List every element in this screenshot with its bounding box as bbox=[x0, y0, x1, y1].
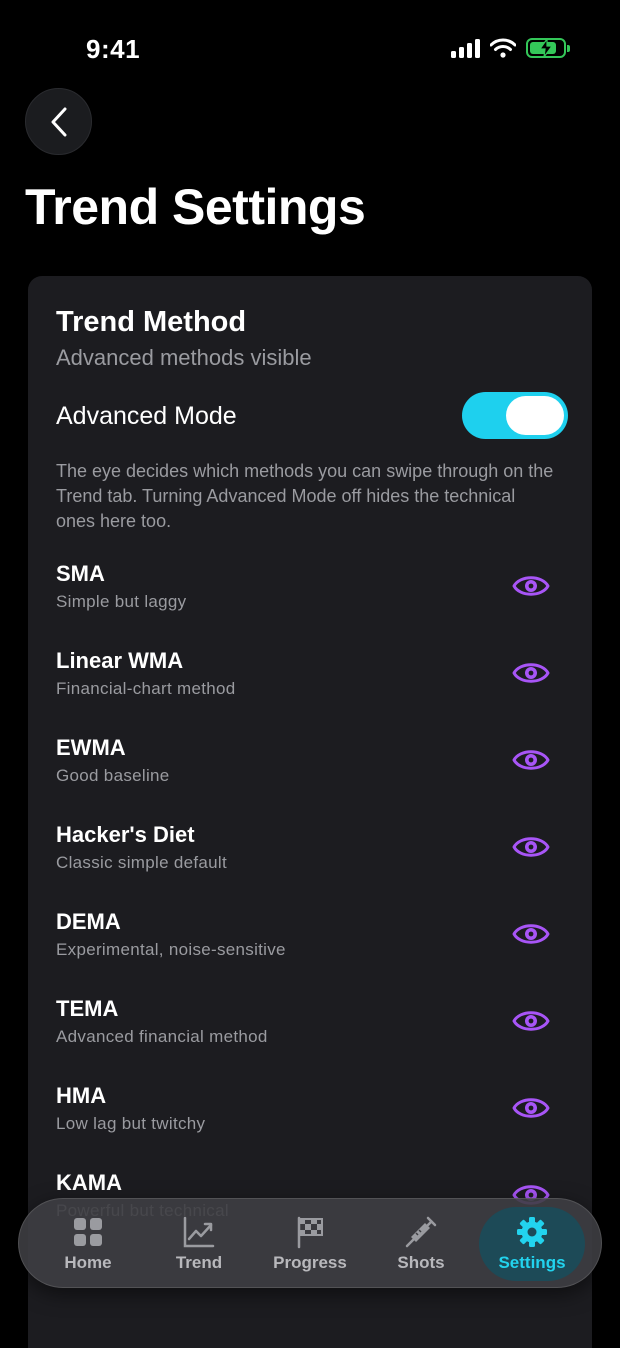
status-bar: 9:41 bbox=[0, 0, 620, 100]
trend-method-card: Trend Method Advanced methods visible Ad… bbox=[28, 276, 592, 1348]
tab-bar: Home Trend Progress Shots Settings bbox=[18, 1198, 602, 1288]
card-title: Trend Method bbox=[56, 306, 247, 338]
method-row[interactable]: Hacker's Diet Classic simple default bbox=[28, 819, 592, 906]
status-icons bbox=[451, 38, 570, 58]
method-name: SMA bbox=[56, 561, 105, 586]
tab-shots[interactable]: Shots bbox=[368, 1207, 474, 1281]
advanced-mode-toggle[interactable] bbox=[462, 392, 568, 439]
advanced-mode-label: Advanced Mode bbox=[56, 402, 237, 430]
tab-progress[interactable]: Progress bbox=[257, 1207, 363, 1281]
method-name: TEMA bbox=[56, 996, 119, 1021]
trend-chart-icon bbox=[183, 1216, 215, 1248]
method-description: Simple but laggy bbox=[56, 592, 187, 611]
method-row[interactable]: DEMA Experimental, noise-sensitive bbox=[28, 906, 592, 993]
eye-icon[interactable] bbox=[512, 1007, 550, 1035]
battery-icon bbox=[526, 38, 570, 58]
method-row[interactable]: EWMA Good baseline bbox=[28, 732, 592, 819]
method-description: Classic simple default bbox=[56, 853, 227, 872]
method-description: Experimental, noise-sensitive bbox=[56, 940, 286, 959]
tab-label: Home bbox=[64, 1253, 112, 1272]
gear-icon bbox=[517, 1217, 547, 1247]
tab-label: Settings bbox=[498, 1253, 566, 1272]
method-row[interactable]: HMA Low lag but twitchy bbox=[28, 1080, 592, 1167]
eye-icon[interactable] bbox=[512, 920, 550, 948]
eye-icon[interactable] bbox=[512, 833, 550, 861]
eye-icon[interactable] bbox=[512, 572, 550, 600]
eye-icon[interactable] bbox=[512, 746, 550, 774]
cellular-signal-icon bbox=[451, 38, 480, 58]
back-button[interactable] bbox=[25, 88, 92, 155]
chevron-left-icon bbox=[51, 107, 66, 136]
method-description: Financial-chart method bbox=[56, 679, 236, 698]
eye-icon[interactable] bbox=[512, 659, 550, 687]
wifi-icon bbox=[490, 38, 516, 58]
method-description: Advanced financial method bbox=[56, 1027, 268, 1046]
method-row[interactable]: SMA Simple but laggy bbox=[28, 558, 592, 645]
tab-label: Progress bbox=[273, 1253, 347, 1272]
card-subtitle: Advanced methods visible bbox=[56, 345, 312, 370]
tab-label: Trend bbox=[175, 1253, 223, 1272]
method-name: Hacker's Diet bbox=[56, 822, 195, 847]
syringe-icon bbox=[405, 1216, 437, 1248]
method-name: HMA bbox=[56, 1083, 107, 1108]
method-row[interactable]: TEMA Advanced financial method bbox=[28, 993, 592, 1080]
method-description: Good baseline bbox=[56, 766, 170, 785]
method-list: SMA Simple but laggy Linear WMA Financial-c… bbox=[28, 558, 592, 1254]
tab-label: Shots bbox=[397, 1253, 445, 1272]
tab-home[interactable]: Home bbox=[35, 1207, 141, 1281]
tab-trend[interactable]: Trend bbox=[146, 1207, 252, 1281]
help-text: The eye decides which methods you can sw… bbox=[56, 461, 554, 531]
page-title: Trend Settings bbox=[25, 179, 366, 235]
method-row[interactable]: Linear WMA Financial-chart method bbox=[28, 645, 592, 732]
tab-settings[interactable]: Settings bbox=[479, 1207, 585, 1281]
method-name: EWMA bbox=[56, 735, 126, 760]
toggle-knob bbox=[506, 396, 564, 435]
method-name: KAMA bbox=[56, 1170, 122, 1195]
eye-icon[interactable] bbox=[512, 1094, 550, 1122]
method-description: Low lag but twitchy bbox=[56, 1114, 206, 1133]
method-name: DEMA bbox=[56, 909, 121, 934]
method-name: Linear WMA bbox=[56, 648, 184, 673]
grid-icon bbox=[74, 1218, 102, 1246]
checkered-flag-icon bbox=[297, 1216, 323, 1249]
status-time: 9:41 bbox=[86, 34, 141, 64]
